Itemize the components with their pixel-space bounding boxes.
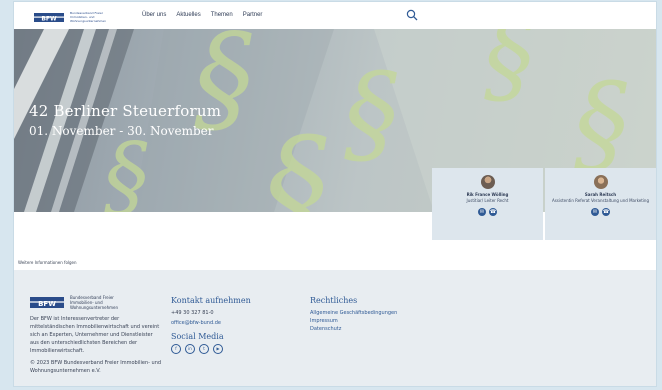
footer-description: Der BFW ist Interessenvertreter der mitt… bbox=[30, 316, 160, 354]
event-dates: 01. November - 30. November bbox=[29, 124, 214, 138]
phone-icon[interactable]: ☎ bbox=[602, 208, 610, 216]
paragraph-glyph-decoration: § bbox=[484, 29, 534, 116]
contact-card: Rik France Wölling Justitiar/ Leiter Rec… bbox=[432, 168, 543, 240]
twitter-icon[interactable]: t bbox=[199, 344, 209, 354]
footer-bfw-logo[interactable]: BFW Bundesverband Freier Immobilien- und… bbox=[30, 295, 130, 310]
footer-phone[interactable]: +49 30 327 81-0 bbox=[171, 310, 214, 316]
legal-heading: Rechtliches bbox=[310, 296, 358, 305]
mail-icon[interactable]: ✉ bbox=[478, 208, 486, 216]
more-info-note: Weitere Informationen folgen bbox=[18, 260, 77, 265]
footer-logo-wordmark: Bundesverband Freier Immobilien- und Woh… bbox=[70, 295, 119, 310]
paragraph-glyph-decoration: § bbox=[344, 49, 399, 177]
phone-icon[interactable]: ☎ bbox=[489, 208, 497, 216]
avatar bbox=[480, 175, 495, 189]
site-header: BFW Bundesverband Freier Immobilien- und… bbox=[14, 2, 656, 29]
browser-viewport: BFW Bundesverband Freier Immobilien- und… bbox=[14, 2, 656, 386]
site-footer: BFW Bundesverband Freier Immobilien- und… bbox=[14, 270, 656, 386]
footer-link-impressum[interactable]: Impressum bbox=[310, 318, 338, 324]
contact-heading: Kontakt aufnehmen bbox=[171, 296, 251, 305]
contact-actions: ✉ ☎ bbox=[545, 208, 656, 216]
social-media-heading: Social Media bbox=[171, 332, 224, 341]
footer-link-agb[interactable]: Allgemeine Geschäftsbedingungen bbox=[310, 310, 397, 316]
contact-actions: ✉ ☎ bbox=[432, 208, 543, 216]
svg-text:BFW: BFW bbox=[38, 300, 56, 308]
event-title: 42 Berliner Steuerforum bbox=[29, 102, 222, 120]
paragraph-glyph-decoration: § bbox=[264, 109, 329, 212]
facebook-icon[interactable]: f bbox=[171, 344, 181, 354]
bfw-logo-icon: BFW bbox=[34, 12, 64, 22]
contact-card: Sarah Reitsch Assistentin Referat Verans… bbox=[545, 168, 656, 240]
logo-wordmark: Bundesverband Freier Immobilien- und Woh… bbox=[70, 11, 107, 23]
nav-item-aktuelles[interactable]: Aktuelles bbox=[176, 12, 200, 18]
search-icon[interactable] bbox=[406, 9, 418, 21]
nav-item-ueber-uns[interactable]: Über uns bbox=[142, 12, 166, 18]
contact-role: Assistentin Referat Veranstaltung und Ma… bbox=[551, 198, 649, 203]
contact-role: Justitiar/ Leiter Recht bbox=[466, 198, 509, 203]
bfw-logo-icon: BFW bbox=[30, 297, 64, 308]
footer-link-datenschutz[interactable]: Datenschutz bbox=[310, 326, 341, 332]
svg-text:BFW: BFW bbox=[41, 15, 57, 22]
footer-email-link[interactable]: office@bfw-bund.de bbox=[171, 320, 221, 326]
avatar bbox=[593, 175, 608, 189]
mail-icon[interactable]: ✉ bbox=[591, 208, 599, 216]
nav-item-themen[interactable]: Themen bbox=[211, 12, 233, 18]
bfw-logo[interactable]: BFW Bundesverband Freier Immobilien- und… bbox=[34, 11, 114, 23]
youtube-icon[interactable]: ▶ bbox=[213, 344, 223, 354]
social-icons: f in t ▶ bbox=[171, 344, 223, 354]
nav-item-partner[interactable]: Partner bbox=[243, 12, 263, 18]
footer-copyright: © 2023 BFW Bundesverband Freier Immobili… bbox=[30, 360, 162, 374]
linkedin-icon[interactable]: in bbox=[185, 344, 195, 354]
main-nav: Über uns Aktuelles Themen Partner bbox=[142, 12, 262, 18]
